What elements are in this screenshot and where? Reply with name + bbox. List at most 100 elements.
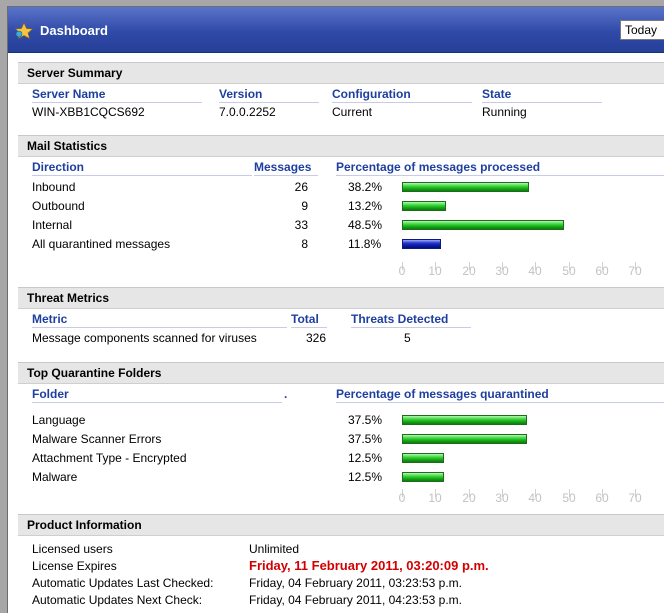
mail-statistics-header[interactable]: Mail Statistics — [18, 136, 664, 157]
divider — [219, 102, 319, 103]
axis-tick-label: 10 — [428, 491, 442, 505]
server-name-value: WIN-XBB1CQCS692 — [32, 105, 145, 119]
col-percentage-quarantined: Percentage of messages quarantined — [336, 387, 549, 401]
section-title: Server Summary — [27, 66, 123, 80]
server-summary-section: Server Summary Server Name Version Confi… — [18, 62, 664, 128]
section-title: Mail Statistics — [27, 139, 108, 153]
mail-bar-quarantined — [402, 239, 441, 249]
percent-value: 12.5% — [348, 451, 383, 465]
state-value: Running — [482, 105, 527, 119]
direction-label: Inbound — [32, 180, 76, 194]
axis-tick-label: 70 — [628, 491, 642, 505]
col-state: State — [482, 87, 512, 101]
mail-statistics-section: Mail Statistics Direction Messages Perce… — [18, 135, 664, 286]
divider — [32, 175, 252, 176]
period-dropdown[interactable]: Today — [620, 20, 664, 40]
divider — [291, 327, 327, 328]
quarantine-section: Top Quarantine Folders Folder . Percenta… — [18, 362, 664, 508]
folder-label: Malware — [32, 470, 78, 484]
threats-detected-value: 5 — [404, 331, 411, 345]
direction-label: All quarantined messages — [32, 237, 171, 251]
divider — [32, 402, 282, 403]
star-icon — [14, 22, 34, 39]
direction-label: Outbound — [32, 199, 85, 213]
divider — [336, 402, 664, 403]
axis-tick-label: 10 — [428, 264, 442, 278]
divider — [332, 102, 472, 103]
percent-value: 13.2% — [348, 199, 383, 213]
col-configuration: Configuration — [332, 87, 411, 101]
percent-value: 38.2% — [348, 180, 383, 194]
col-threats-detected: Threats Detected — [351, 312, 449, 326]
license-expires-value: Friday, 11 February 2011, 03:20:09 p.m. — [249, 558, 489, 573]
percent-value: 37.5% — [348, 413, 383, 427]
divider — [32, 327, 287, 328]
quarantine-bar-attachment-encrypted — [402, 453, 444, 463]
licensed-users-value: Unlimited — [249, 542, 300, 556]
section-title: Product Information — [27, 518, 142, 532]
axis-tick-label: 50 — [562, 264, 576, 278]
version-value: 7.0.0.2252 — [219, 105, 276, 119]
divider — [32, 102, 202, 103]
threat-metrics-header[interactable]: Threat Metrics — [18, 288, 664, 309]
col-total: Total — [291, 312, 319, 326]
direction-label: Internal — [32, 218, 73, 232]
product-info-header[interactable]: Product Information — [18, 515, 664, 536]
updates-next-check-value: Friday, 04 February 2011, 04:23:53 p.m. — [249, 593, 463, 607]
messages-value: 8 — [301, 237, 308, 251]
section-title: Top Quarantine Folders — [27, 366, 162, 380]
quarantine-bar-malware-scanner-errors — [402, 434, 527, 444]
quarantine-header[interactable]: Top Quarantine Folders — [18, 363, 664, 384]
axis-tick-label: 30 — [495, 491, 509, 505]
folder-label: Attachment Type - Encrypted — [32, 451, 187, 465]
mail-bar-inbound — [402, 182, 529, 192]
server-summary-header[interactable]: Server Summary — [18, 63, 664, 84]
updates-last-checked-label: Automatic Updates Last Checked: — [32, 576, 214, 590]
license-expires-label: License Expires — [32, 559, 117, 573]
licensed-users-label: Licensed users — [32, 542, 113, 556]
axis-tick-label: 40 — [528, 264, 542, 278]
axis-tick-label: 0 — [398, 491, 406, 505]
quarantine-bar-language — [402, 415, 527, 425]
divider — [254, 175, 318, 176]
mail-bar-outbound — [402, 201, 446, 211]
axis-tick-label: 60 — [595, 491, 609, 505]
axis-tick-label: 0 — [398, 264, 406, 278]
updates-next-check-label: Automatic Updates Next Check: — [32, 593, 203, 607]
product-info-section: Product Information Licensed users Unlim… — [18, 514, 664, 613]
divider — [482, 102, 602, 103]
folder-label: Malware Scanner Errors — [32, 432, 162, 446]
section-title: Threat Metrics — [27, 291, 110, 305]
axis-tick-label: 40 — [528, 491, 542, 505]
percent-value: 12.5% — [348, 470, 383, 484]
total-value: 326 — [305, 331, 326, 345]
dashboard-window: Dashboard Today Server Summary Server Na… — [7, 6, 664, 613]
messages-value: 26 — [294, 180, 308, 194]
mail-bar-internal — [402, 220, 564, 230]
axis-tick-label: 20 — [462, 264, 476, 278]
messages-value: 9 — [301, 199, 308, 213]
metric-label: Message components scanned for viruses — [32, 331, 257, 345]
threat-metrics-section: Threat Metrics Metric Total Threats Dete… — [18, 287, 664, 350]
col-folder: Folder — [32, 387, 69, 401]
percent-value: 48.5% — [348, 218, 383, 232]
percent-value: 37.5% — [348, 432, 383, 446]
axis-tick-label: 50 — [562, 491, 576, 505]
messages-value: 33 — [294, 218, 308, 232]
col-direction: Direction — [32, 160, 85, 174]
percent-value: 11.8% — [348, 237, 382, 251]
axis-tick-label: 60 — [595, 264, 609, 278]
axis-tick-label: 30 — [495, 264, 509, 278]
configuration-value: Current — [332, 105, 373, 119]
col-percentage-processed: Percentage of messages processed — [336, 160, 541, 174]
col-dot: . — [284, 387, 288, 401]
axis-tick-label: 20 — [462, 491, 476, 505]
title-bar: Dashboard Today — [8, 7, 664, 53]
col-server-name: Server Name — [32, 87, 106, 101]
divider — [351, 327, 471, 328]
axis-tick-label: 70 — [628, 264, 642, 278]
col-version: Version — [219, 87, 263, 101]
quarantine-bar-malware — [402, 472, 444, 482]
window-title: Dashboard — [40, 23, 108, 38]
updates-last-checked-value: Friday, 04 February 2011, 03:23:53 p.m. — [249, 576, 463, 590]
